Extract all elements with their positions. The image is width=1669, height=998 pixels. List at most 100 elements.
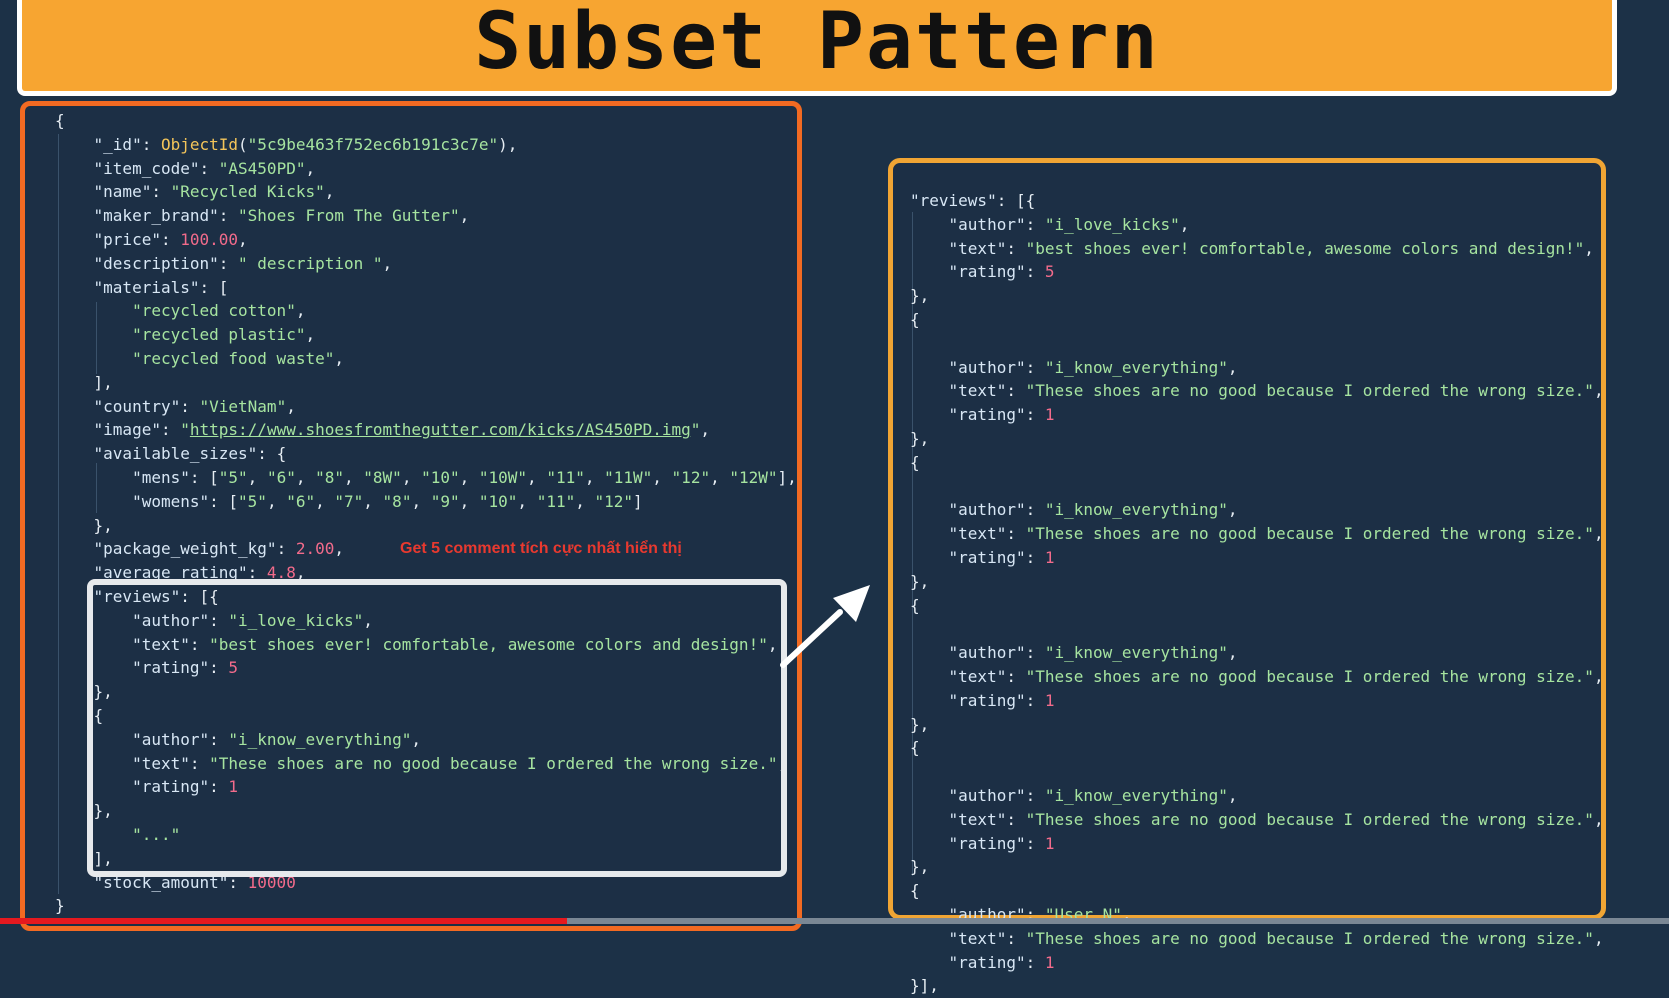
code-token: "text" xyxy=(910,666,1007,686)
code-token: "text" xyxy=(910,928,1007,948)
code-token: : xyxy=(1025,690,1045,710)
code-token: , xyxy=(1593,809,1604,829)
code-token: "i_know_everything" xyxy=(1044,500,1228,520)
code-token: : xyxy=(1025,547,1045,567)
code-token: "rating" xyxy=(910,547,1026,567)
code-token: ( xyxy=(238,134,248,154)
code-line: }], xyxy=(910,974,1604,998)
code-token: "author" xyxy=(910,785,1026,805)
code-token: "i_know_everything" xyxy=(1044,785,1228,805)
code-token: , xyxy=(363,491,383,511)
code-line: }, xyxy=(910,427,1604,451)
code-line: "recycled cotton", xyxy=(55,299,797,323)
code-token: "text" xyxy=(910,381,1007,401)
code-token: : xyxy=(160,420,181,440)
code-line: "available_sizes": { xyxy=(55,442,797,466)
code-token: ] xyxy=(633,491,643,511)
code-line: "author": "i_know_everything", xyxy=(910,784,1604,808)
code-token: "These shoes are no good because I order… xyxy=(1025,524,1594,544)
code-token: , xyxy=(247,467,267,487)
code-token: , xyxy=(584,467,605,487)
video-progress-fill[interactable] xyxy=(0,918,568,924)
code-token: , xyxy=(305,325,316,345)
code-token: : [{ xyxy=(996,191,1036,210)
code-token: "_id" xyxy=(55,134,142,154)
code-token: "i_know_everything" xyxy=(1044,357,1228,377)
code-token: 1 xyxy=(1044,547,1055,567)
code-token: : xyxy=(218,253,239,273)
title-banner: Subset Pattern xyxy=(17,0,1617,96)
code-token: , xyxy=(459,206,470,226)
code-line: "item_code": "AS450PD", xyxy=(55,157,797,181)
code-token: }, xyxy=(55,515,113,535)
code-token: ), xyxy=(498,134,518,154)
code-token: : xyxy=(1025,500,1045,520)
code-token: "author" xyxy=(910,357,1026,377)
code-token: "text" xyxy=(910,809,1007,829)
code-line: { xyxy=(910,451,1604,475)
code-token: : [ xyxy=(209,491,239,511)
code-token: , xyxy=(334,348,344,368)
code-line: "description": " description ", xyxy=(55,252,797,276)
code-token: "5" xyxy=(218,467,248,487)
code-line: }, xyxy=(910,284,1604,308)
code-token: " description " xyxy=(238,253,383,273)
code-token: ], xyxy=(55,372,113,392)
code-line: "recycled plastic", xyxy=(55,323,797,347)
code-token: ], xyxy=(777,467,797,487)
code-line: "author": "i_know_everything", xyxy=(910,641,1604,665)
code-token: "womens" xyxy=(55,491,210,511)
code-token: , xyxy=(459,467,479,487)
reviews-highlight-box xyxy=(87,579,787,877)
code-token: "rating" xyxy=(910,262,1026,282)
code-line: "rating": 1 xyxy=(910,403,1604,427)
code-line: { xyxy=(55,109,797,133)
code-token: } xyxy=(55,896,65,916)
code-token: }], xyxy=(910,976,939,996)
code-token: "author" xyxy=(910,643,1026,663)
code-token: , xyxy=(382,253,393,273)
code-line: "maker_brand": "Shoes From The Gutter", xyxy=(55,204,797,228)
code-token: "author" xyxy=(910,214,1026,234)
code-token: , xyxy=(238,229,248,249)
code-token: " xyxy=(180,420,190,440)
code-token: : xyxy=(1025,833,1045,853)
code-token: }, xyxy=(910,571,930,591)
code-token: "recycled food waste" xyxy=(55,348,335,368)
code-line: "price": 100.00, xyxy=(55,228,797,252)
code-line: "author": "i_love_kicks", xyxy=(910,213,1604,237)
code-token: { xyxy=(910,738,920,758)
code-token: "10" xyxy=(421,467,460,487)
code-token: "5c9be463f752ec6b191c3c7e" xyxy=(247,134,499,154)
code-token: "10W" xyxy=(478,467,528,487)
code-token: "reviews" xyxy=(910,191,997,210)
code-token: : xyxy=(1006,524,1026,544)
code-token: : [ xyxy=(189,467,219,487)
code-token: "VietNam" xyxy=(199,396,287,416)
code-token: , xyxy=(1179,214,1190,234)
code-line: "rating": 1 xyxy=(910,832,1604,856)
code-token: 1 xyxy=(1044,405,1055,425)
code-token: "text" xyxy=(910,238,1007,258)
code-token: "12" xyxy=(671,467,711,487)
code-token: "mens" xyxy=(55,467,190,487)
code-line: "text": "best shoes ever! comfortable, a… xyxy=(910,237,1604,261)
code-token: "AS450PD" xyxy=(218,158,306,178)
code-token: "name" xyxy=(55,182,152,202)
code-token: 1 xyxy=(1044,690,1055,710)
code-token: "materials" xyxy=(55,277,200,297)
code-token: }, xyxy=(910,714,930,734)
code-token: : xyxy=(1025,405,1045,425)
code-token: "text" xyxy=(910,524,1007,544)
code-token: , xyxy=(266,491,287,511)
code-token: "rating" xyxy=(910,690,1026,710)
code-token: "description" xyxy=(55,253,219,273)
code-token: "author" xyxy=(910,500,1026,520)
code-token: : xyxy=(1006,381,1026,401)
code-token: { xyxy=(910,881,920,901)
code-token: , xyxy=(527,467,547,487)
code-line: "recycled food waste", xyxy=(55,347,797,371)
